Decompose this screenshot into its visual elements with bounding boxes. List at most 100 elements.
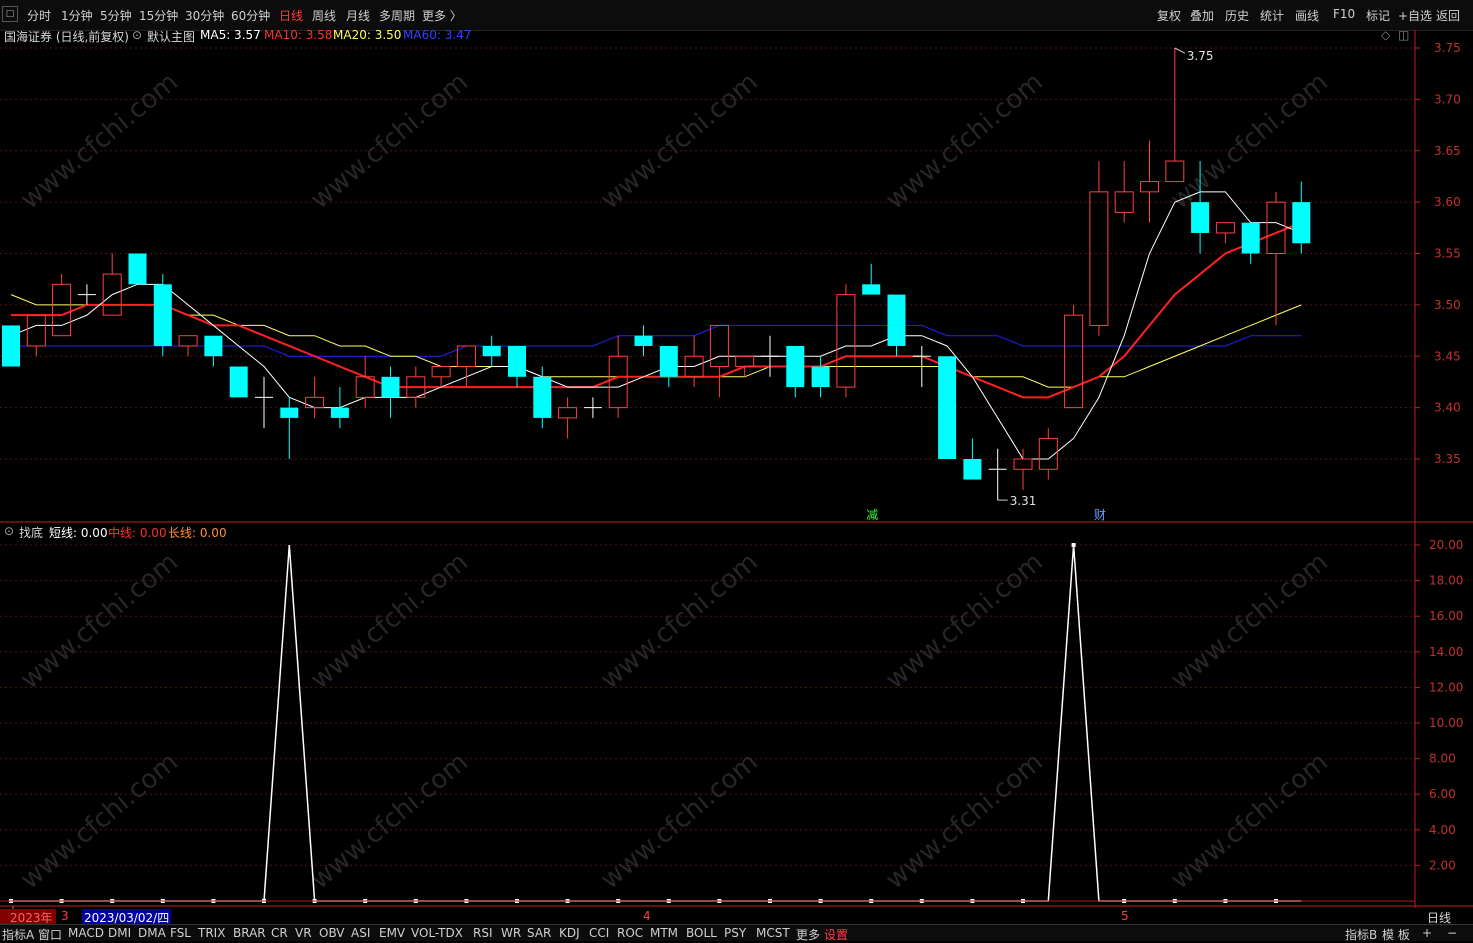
indicator-tab-21[interactable]: BOLL xyxy=(686,926,717,940)
candle-body xyxy=(1089,191,1109,326)
watermark-text: www.cfchi.com xyxy=(595,547,764,695)
price-tick-label: 3.60 xyxy=(1434,195,1461,209)
bottom-right-button-3[interactable]: − xyxy=(1447,926,1457,940)
indicator-tabs: 指标A 窗口 MACD DMI DMA FSL TRIX BRAR CR VR OBV ASI EMV V… xyxy=(0,924,1473,943)
candle-body xyxy=(280,407,299,418)
candle-body xyxy=(128,253,147,285)
candle-body xyxy=(709,324,729,368)
indicator-tab-9[interactable]: VR xyxy=(295,926,312,940)
candle-body xyxy=(887,294,906,346)
sub-tick-label: 8.00 xyxy=(1429,752,1456,766)
indicator-tab-12[interactable]: EMV xyxy=(379,926,405,940)
sub-tick-label: 10.00 xyxy=(1429,716,1463,730)
zhaodi-dot xyxy=(1071,543,1076,547)
sub-tick-label: 16.00 xyxy=(1429,609,1463,623)
candle-body xyxy=(1013,458,1033,470)
candle-body xyxy=(26,314,46,347)
indicator-tab-5[interactable]: FSL xyxy=(170,926,191,940)
sub-tick-label: 12.00 xyxy=(1429,680,1463,694)
candle-body xyxy=(305,396,325,409)
candle-body xyxy=(431,366,451,378)
candle-body xyxy=(482,345,501,357)
candle-body xyxy=(1140,181,1159,193)
indicator-tab-0[interactable]: 指标A xyxy=(2,926,34,943)
indicator-tab-8[interactable]: CR xyxy=(271,926,288,940)
price-tick-label: 3.75 xyxy=(1434,41,1461,55)
indicator-tab-11[interactable]: ASI xyxy=(351,926,370,940)
bottom-right-button-1[interactable]: 模 板 xyxy=(1382,926,1410,943)
candle-body xyxy=(811,366,830,388)
candle-body xyxy=(229,366,248,398)
candle-body xyxy=(1064,314,1084,409)
candle-body xyxy=(1266,201,1286,254)
candle-body xyxy=(786,345,805,388)
sub-tick-label: 14.00 xyxy=(1429,645,1463,659)
watermark-text: www.cfchi.com xyxy=(595,747,764,895)
price-tick-label: 3.65 xyxy=(1434,144,1461,158)
bottom-right-button-0[interactable]: 指标B xyxy=(1345,926,1377,943)
indicator-tab-25[interactable]: 设置 xyxy=(824,926,848,943)
watermark-text: www.cfchi.com xyxy=(15,67,184,215)
indicator-tab-23[interactable]: MCST xyxy=(756,926,790,940)
candle-body xyxy=(608,355,628,409)
low-label: 3.31 xyxy=(1010,494,1037,508)
kline-chart[interactable]: 3.75 3.70 3.65 3.60 3.55 3.50 3.45 3.40 3.35 20.0… xyxy=(0,0,1473,940)
price-tick-label: 3.50 xyxy=(1434,298,1461,312)
candle-body xyxy=(381,376,400,398)
indicator-tab-4[interactable]: DMA xyxy=(138,926,166,940)
indicator-tab-19[interactable]: ROC xyxy=(617,926,643,940)
watermark-text: www.cfchi.com xyxy=(305,67,474,215)
price-tick-label: 3.35 xyxy=(1434,452,1461,466)
indicator-tab-22[interactable]: PSY xyxy=(724,926,746,940)
indicator-tab-1[interactable]: 窗口 xyxy=(38,926,62,943)
high-marker xyxy=(1174,47,1186,54)
candle-body xyxy=(1241,222,1260,254)
candle-body xyxy=(1191,202,1210,233)
candle-body xyxy=(2,325,20,367)
indicator-tab-6[interactable]: TRIX xyxy=(198,926,225,940)
candle-body xyxy=(508,345,526,377)
month-3-label: 3 xyxy=(61,909,69,923)
candle-body xyxy=(153,284,172,346)
indicator-tab-7[interactable]: BRAR xyxy=(233,926,266,940)
month-4-label: 4 xyxy=(643,909,651,923)
sub-tick-label: 4.00 xyxy=(1429,823,1456,837)
candle-body xyxy=(533,376,552,418)
month-5-label: 5 xyxy=(1121,909,1129,923)
candle-body xyxy=(735,355,755,368)
candle-body xyxy=(52,283,72,337)
candle-body xyxy=(938,356,957,459)
event-marker-reduce: 减 xyxy=(866,508,878,522)
indicator-tab-13[interactable]: VOL-TDX xyxy=(411,926,463,940)
candle-body xyxy=(836,294,856,388)
indicator-tab-20[interactable]: MTM xyxy=(650,926,678,940)
watermark-text: www.cfchi.com xyxy=(1165,67,1334,215)
indicator-tab-17[interactable]: KDJ xyxy=(559,926,580,940)
sub-tick-label: 2.00 xyxy=(1429,858,1456,872)
price-tick-label: 3.70 xyxy=(1434,92,1461,106)
watermark-text: www.cfchi.com xyxy=(305,747,474,895)
indicator-tab-14[interactable]: RSI xyxy=(473,926,493,940)
candle-body xyxy=(862,284,881,295)
sub-tick-label: 18.00 xyxy=(1429,574,1463,588)
candle-body xyxy=(634,335,653,346)
indicator-tab-3[interactable]: DMI xyxy=(108,926,131,940)
date-axis: 2023年 3 2023/03/02/四 4 5 日线 xyxy=(0,908,1473,926)
indicator-tab-16[interactable]: SAR xyxy=(527,926,551,940)
candle-body xyxy=(659,345,678,377)
price-tick-label: 3.40 xyxy=(1434,401,1461,415)
indicator-tab-15[interactable]: WR xyxy=(501,926,521,940)
bottom-right-button-2[interactable]: + xyxy=(1422,926,1432,940)
watermark-text: www.cfchi.com xyxy=(15,547,184,695)
candle-body xyxy=(963,459,982,480)
indicator-tab-10[interactable]: OBV xyxy=(319,926,345,940)
indicator-tab-24[interactable]: 更多 xyxy=(796,926,820,943)
indicator-tab-18[interactable]: CCI xyxy=(589,926,609,940)
watermark-text: www.cfchi.com xyxy=(1165,547,1334,695)
sub-tick-label: 20.00 xyxy=(1429,538,1463,552)
indicator-tab-2[interactable]: MACD xyxy=(68,926,104,940)
watermark-text: www.cfchi.com xyxy=(880,747,1049,895)
price-tick-label: 3.45 xyxy=(1434,349,1461,363)
price-tick-label: 3.55 xyxy=(1434,247,1461,261)
candle-body xyxy=(204,335,223,357)
